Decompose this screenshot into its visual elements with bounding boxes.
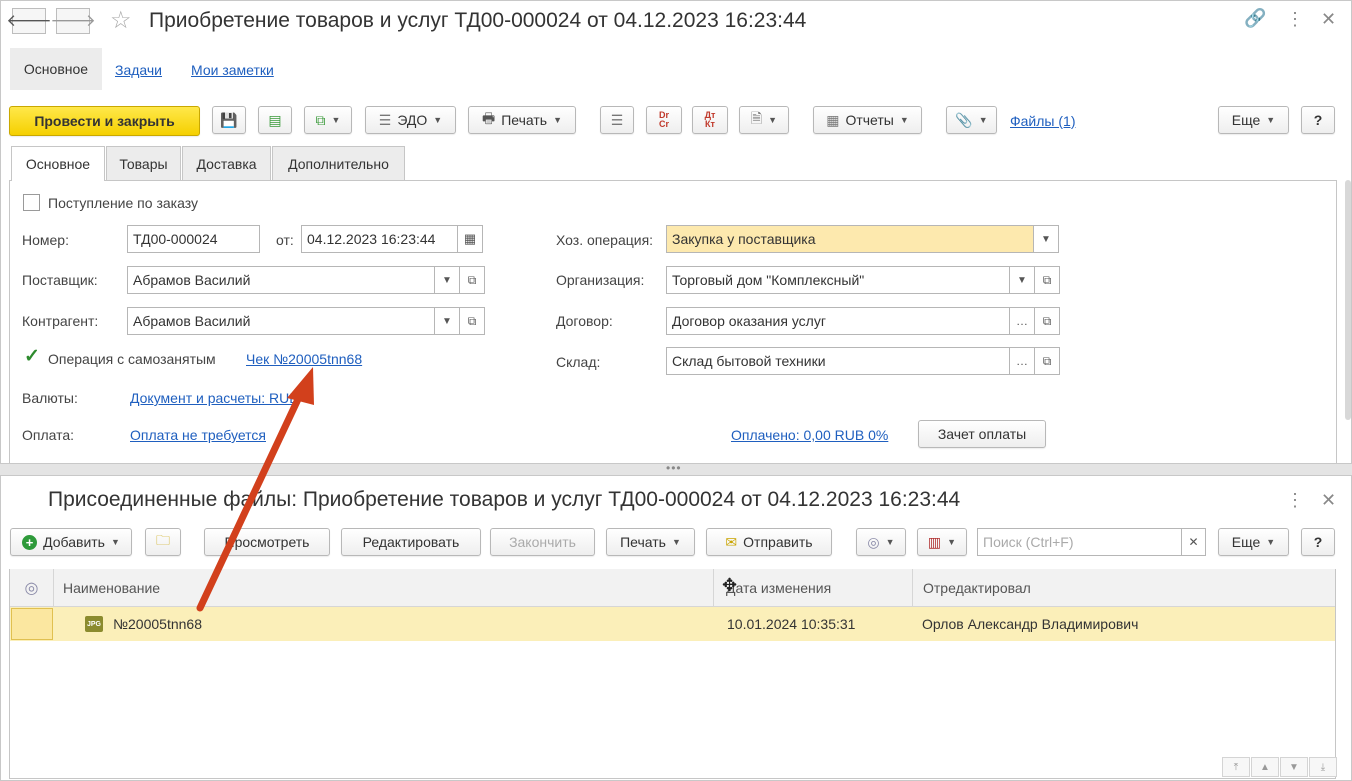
- annotation-arrow-shaft: [196, 391, 304, 612]
- annotation-arrow-head: [287, 367, 314, 405]
- annotation-arrow: [196, 367, 314, 612]
